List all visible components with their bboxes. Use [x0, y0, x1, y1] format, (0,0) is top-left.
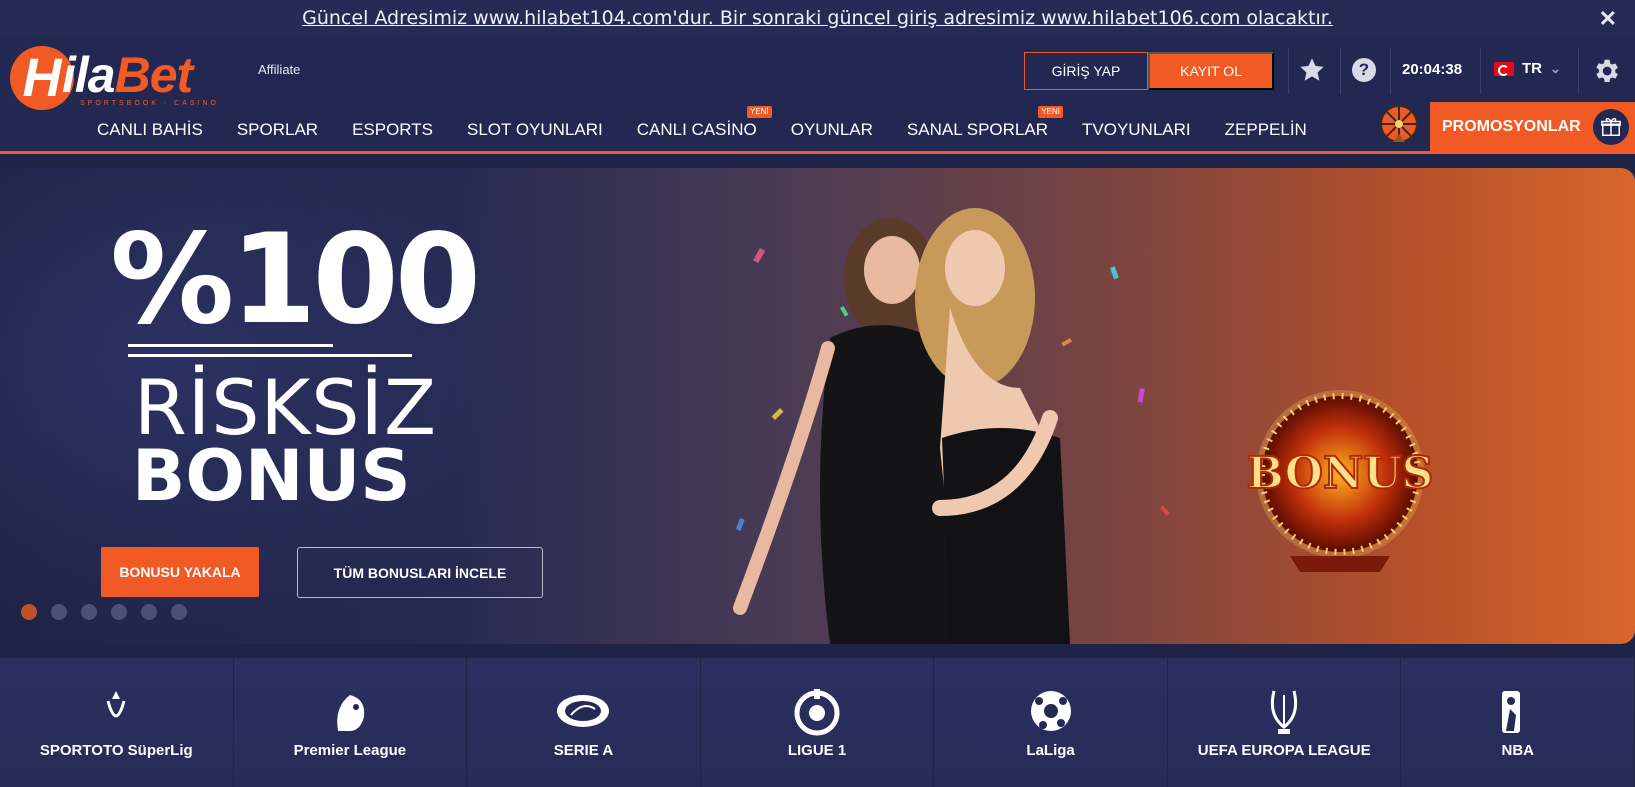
europa-league-logo-icon: [1271, 690, 1298, 734]
divider: [1480, 48, 1481, 94]
league-tile-europa-league[interactable]: UEFA EUROPA LEAGUE: [1167, 658, 1402, 787]
carousel-dots: [21, 604, 187, 620]
carousel-dot[interactable]: [51, 604, 67, 620]
carousel-dot[interactable]: [81, 604, 97, 620]
nav-item-esports[interactable]: ESPORTS: [335, 114, 450, 146]
main-nav: CANLI BAHİS SPORLAR ESPORTS SLOT OYUNLAR…: [80, 106, 1324, 146]
hero-underline: [128, 354, 412, 357]
carousel-dot[interactable]: [111, 604, 127, 620]
laliga-logo-icon: [1030, 690, 1071, 731]
divider: [1340, 48, 1341, 94]
promotions-label: PROMOSYONLAR: [1442, 118, 1581, 135]
hero-underline: [128, 344, 333, 347]
divider: [1390, 48, 1391, 94]
new-badge: YENİ: [747, 106, 772, 118]
affiliate-link[interactable]: Affiliate: [258, 62, 300, 77]
nav-item-tvoyunlari[interactable]: TVOYUNLARI: [1065, 114, 1208, 146]
hero-headline: %100: [110, 208, 481, 352]
league-name: Premier League: [293, 741, 407, 759]
all-bonuses-button[interactable]: TÜM BONUSLARI İNCELE: [297, 547, 543, 598]
nav-item-zeppelin[interactable]: ZEPPELİN: [1208, 114, 1324, 146]
chevron-down-icon: ⌄: [1550, 60, 1561, 76]
brand-logo[interactable]: H ilaBet SPORTSBOOK · CASINO: [10, 42, 230, 112]
league-name: LIGUE 1: [787, 741, 847, 759]
nav-item-slot-oyunlari[interactable]: SLOT OYUNLARI: [450, 114, 620, 146]
ligue1-logo-icon: [794, 688, 840, 735]
nav-item-oyunlar[interactable]: OYUNLAR: [774, 114, 890, 146]
league-tile-ligue1[interactable]: LIGUE 1: [700, 658, 935, 787]
superlig-logo-icon: [106, 690, 126, 717]
league-tile-superlig[interactable]: SPORTOTO SüperLig: [0, 658, 234, 787]
turkey-flag-icon: [1494, 61, 1514, 76]
hero-women-photo: [733, 208, 1170, 644]
league-name: LaLiga: [1026, 741, 1075, 759]
logo-tagline: SPORTSBOOK · CASINO: [80, 100, 219, 107]
settings-gear-icon[interactable]: [1591, 56, 1621, 86]
hero-bonus-word: BONUS: [132, 435, 411, 517]
fortune-wheel-icon[interactable]: [1377, 104, 1421, 148]
league-name: SERIE A: [553, 741, 614, 759]
carousel-dot[interactable]: [171, 604, 187, 620]
language-code: TR: [1522, 60, 1542, 77]
nav-item-sporlar[interactable]: SPORLAR: [220, 114, 335, 146]
nav-item-canli-casino[interactable]: CANLI CASİNO YENİ: [620, 106, 774, 146]
serie-a-logo-icon: [557, 694, 610, 727]
hero-banner: %100 RİSKSİZ BONUS BONUSU YAKALA TÜM BON…: [0, 168, 1635, 644]
nav-item-canli-bahis[interactable]: CANLI BAHİS: [80, 114, 220, 146]
promotions-button[interactable]: PROMOSYONLAR: [1430, 102, 1635, 152]
bonus-sign-text: BONUS: [1247, 448, 1434, 499]
league-strip: SPORTOTO SüperLig Premier League SERIE A…: [0, 658, 1635, 787]
announcement-bar: Güncel Adresimiz www.hilabet104.com'dur.…: [0, 0, 1635, 36]
clock: 20:04:38: [1402, 61, 1463, 78]
announcement-text[interactable]: Güncel Adresimiz www.hilabet104.com'dur.…: [302, 7, 1333, 29]
gift-icon: [1593, 109, 1629, 145]
league-tile-nba[interactable]: NBA: [1401, 658, 1635, 787]
close-icon[interactable]: ✕: [1599, 6, 1617, 32]
logo-wordmark: ilaBet: [62, 47, 193, 103]
carousel-dot[interactable]: [21, 604, 37, 620]
league-tile-serie-a[interactable]: SERIE A: [467, 658, 701, 787]
carousel-dot[interactable]: [141, 604, 157, 620]
new-badge: YENİ: [1038, 106, 1063, 118]
league-name: NBA: [1501, 741, 1535, 759]
bonus-sign-image: BONUS: [1246, 390, 1434, 572]
nba-logo-icon: [1501, 690, 1520, 733]
nav-item-sanal-sporlar[interactable]: SANAL SPORLAR YENİ: [890, 106, 1065, 146]
claim-bonus-button[interactable]: BONUSU YAKALA: [101, 547, 259, 597]
help-icon[interactable]: ?: [1352, 58, 1376, 82]
league-tile-laliga[interactable]: LaLiga: [934, 658, 1168, 787]
language-selector[interactable]: TR ⌄: [1494, 60, 1561, 77]
divider: [1578, 48, 1579, 94]
register-button[interactable]: KAYIT OL: [1148, 52, 1274, 90]
league-name: UEFA EUROPA LEAGUE: [1197, 741, 1371, 759]
league-name: SPORTOTO SüperLig: [39, 741, 193, 759]
league-tile-premier-league[interactable]: Premier League: [233, 658, 468, 787]
site-header: H ilaBet SPORTSBOOK · CASINO Affiliate G…: [0, 36, 1635, 154]
divider: [1288, 48, 1289, 94]
favorites-star-icon[interactable]: [1298, 56, 1326, 84]
premier-league-logo-icon: [337, 694, 365, 731]
login-button[interactable]: GİRİŞ YAP: [1024, 52, 1148, 90]
